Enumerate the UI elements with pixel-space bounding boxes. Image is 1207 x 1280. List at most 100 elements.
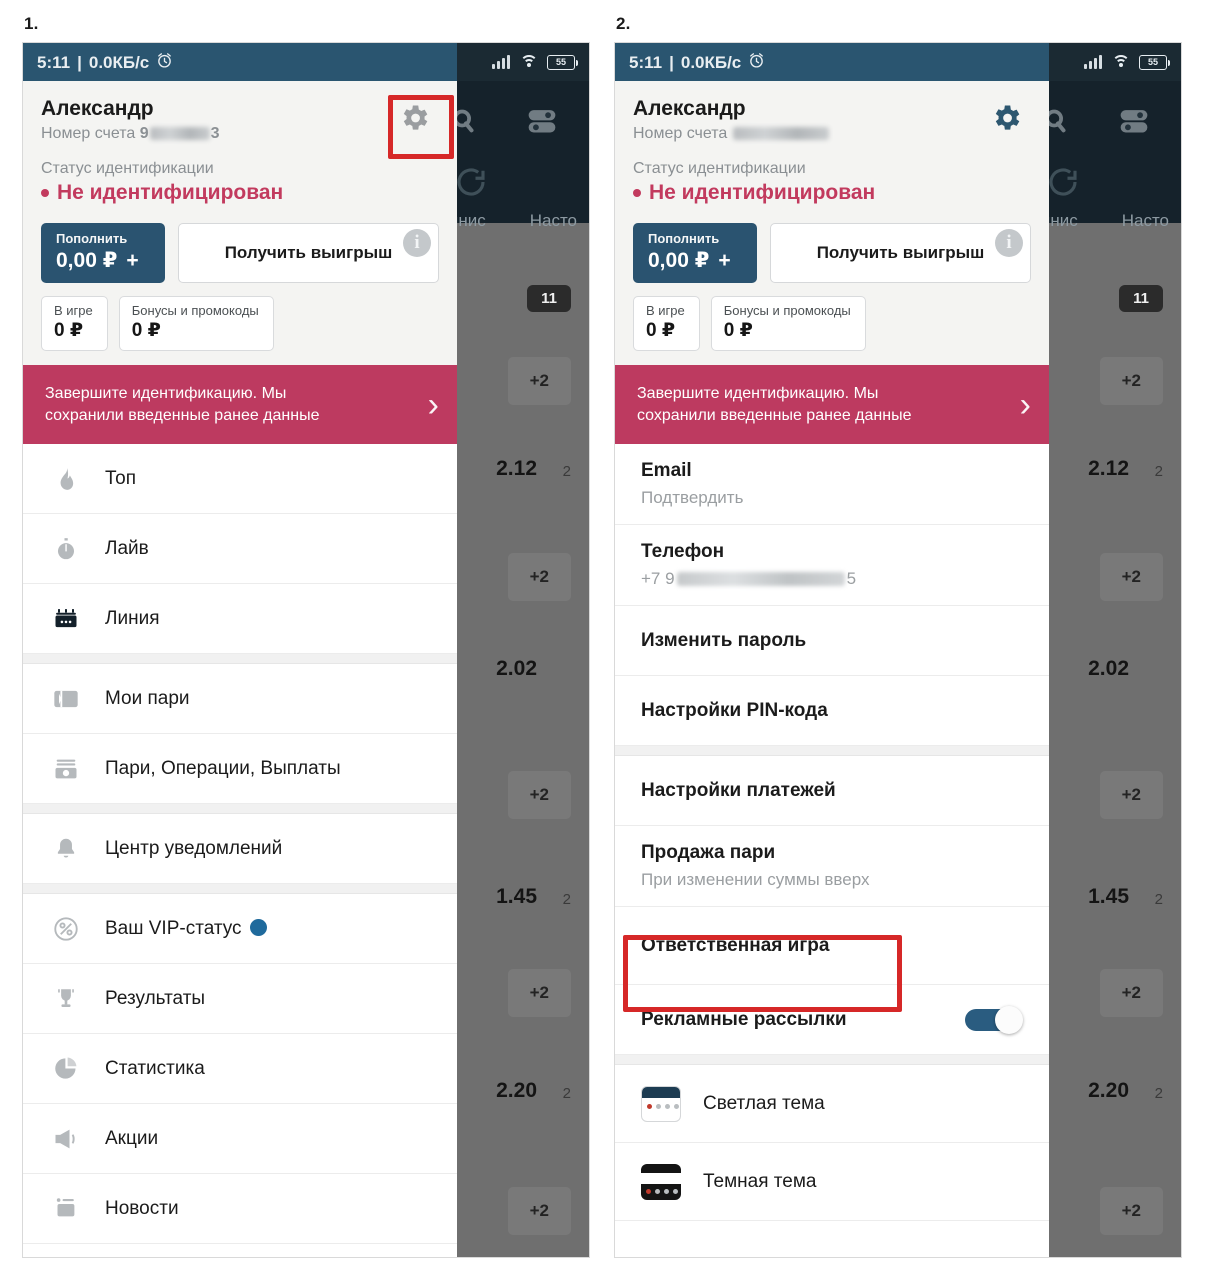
menu-item-vip-status[interactable]: Ваш VIP-статус <box>23 894 457 965</box>
menu-item-line[interactable]: Линия <box>23 584 457 655</box>
phone-prefix: +7 9 <box>641 569 675 589</box>
odd-value[interactable]: 2.12 <box>496 457 537 481</box>
count-chip: 11 <box>527 285 571 312</box>
status-time: 5:11 <box>37 53 71 72</box>
plus-chip[interactable]: +2 <box>507 553 571 601</box>
plus-chip[interactable]: +2 <box>1099 553 1163 601</box>
deposit-button[interactable]: Пополнить 0,00 ₽ + <box>41 223 165 283</box>
menu-item-promotions[interactable]: Акции <box>23 1104 457 1175</box>
odd-value[interactable]: 2.20 <box>496 1079 537 1103</box>
gear-button[interactable] <box>985 99 1027 141</box>
identification-banner[interactable]: Завершите идентификацию. Мы сохранили вв… <box>23 365 457 445</box>
menu-item-notifications[interactable]: Центр уведомлений <box>23 814 457 885</box>
menu-item-my-bets[interactable]: Мои пари <box>23 664 457 735</box>
odd-value[interactable]: 1.45 <box>1088 885 1129 909</box>
plus-icon: + <box>126 248 139 272</box>
plus-chip[interactable]: +2 <box>507 969 571 1017</box>
settings-row-dark-theme[interactable]: Темная тема <box>615 1143 1049 1222</box>
settings-row-marketing[interactable]: Рекламные рассылки <box>615 985 1049 1056</box>
settings-row-payment-settings[interactable]: Настройки платежей <box>615 756 1049 827</box>
settings-row-subtitle: При изменении суммы вверх <box>641 870 870 890</box>
gear-button[interactable] <box>393 99 435 141</box>
count-chip: 11 <box>1119 285 1163 312</box>
menu-item-top[interactable]: Топ <box>23 444 457 515</box>
alarm-clock-icon <box>156 52 173 74</box>
marketing-toggle[interactable] <box>965 1005 1023 1034</box>
menu-item-statistics[interactable]: Статистика <box>23 1034 457 1105</box>
refresh-circle-icon[interactable] <box>1045 164 1081 205</box>
background-tab-1[interactable]: Насто <box>1122 211 1169 231</box>
settings-row-email[interactable]: Email Подтвердить <box>615 444 1049 526</box>
deposit-amount-row: 0,00 ₽ + <box>648 248 742 273</box>
settings-row-bet-sale[interactable]: Продажа пари При изменении суммы вверх <box>615 826 1049 908</box>
plus-chip[interactable]: +2 <box>507 1187 571 1235</box>
menu-item-label: Статистика <box>105 1057 205 1079</box>
menu-item-label: Акции <box>105 1127 159 1149</box>
settings-divider <box>615 746 1049 757</box>
settings-row-light-theme[interactable]: Светлая тема <box>615 1065 1049 1144</box>
account-header: Александр Номер счета 9 3 Статус идентифи… <box>23 81 457 365</box>
menu-item-operations[interactable]: Пари, Операции, Выплаты <box>23 734 457 805</box>
odd-value[interactable]: 2.02 <box>496 657 537 681</box>
odd-value[interactable]: 2.02 <box>1088 657 1129 681</box>
trophy-icon <box>49 985 83 1013</box>
plus-chip[interactable]: +2 <box>507 357 571 405</box>
menu-item-label: Лайв <box>105 537 149 559</box>
banner-line-2: сохранили введенные ранее данные <box>45 406 320 424</box>
pie-chart-icon <box>49 1055 83 1082</box>
menu-item-label: Топ <box>105 467 136 489</box>
responsible-gaming-row[interactable]: Ответственная игра <box>615 907 1049 986</box>
info-icon[interactable]: i <box>403 229 431 257</box>
settings-row-pin-settings[interactable]: Настройки PIN-кода <box>615 676 1049 747</box>
in-game-balance[interactable]: В игре 0 ₽ <box>41 296 108 351</box>
screenshot-root: 1. 55 Теннис Насто 11 +2 2.12 2 +2 2.02 … <box>0 0 1207 1280</box>
in-game-value: 0 ₽ <box>54 320 84 341</box>
filter-toggle-icon[interactable] <box>525 106 559 141</box>
odd-value[interactable]: 1.45 <box>496 885 537 909</box>
get-winnings-button[interactable]: Получить выигрыш <box>770 223 1031 283</box>
account-name: Александр <box>633 97 746 120</box>
filter-toggle-icon[interactable] <box>1117 106 1151 141</box>
deposit-amount: 0,00 ₽ <box>648 249 710 272</box>
background-tab-1[interactable]: Насто <box>530 211 577 231</box>
bonus-value: 0 ₽ <box>131 320 161 341</box>
banner-line-1: Завершите идентификацию. Мы <box>45 385 287 402</box>
percent-circle-icon <box>49 915 83 943</box>
odd-value[interactable]: 2.20 <box>1088 1079 1129 1103</box>
in-game-value: 0 ₽ <box>646 320 676 341</box>
account-number: Номер счета 9 3 <box>41 125 439 143</box>
get-winnings-button[interactable]: Получить выигрыш <box>178 223 439 283</box>
menu-item-live[interactable]: Лайв <box>23 514 457 585</box>
info-icon[interactable]: i <box>995 229 1023 257</box>
gear-icon <box>397 101 431 140</box>
plus-chip[interactable]: +2 <box>1099 771 1163 819</box>
plus-chip[interactable]: +2 <box>1099 969 1163 1017</box>
wifi-icon <box>519 55 538 69</box>
status-dot-icon <box>41 189 49 197</box>
status-separator: | <box>77 53 82 72</box>
balance-buttons: Пополнить 0,00 ₽ + Получить выигрыш <box>41 223 439 283</box>
plus-icon: + <box>718 248 731 272</box>
identification-banner[interactable]: Завершите идентификацию. Мы сохранили вв… <box>615 365 1049 445</box>
mini-balances: В игре 0 ₽ Бонусы и промокоды 0 ₽ <box>41 296 439 351</box>
bonus-balance[interactable]: Бонусы и промокоды 0 ₽ <box>118 296 274 351</box>
settings-row-phone[interactable]: Телефон +7 9 5 <box>615 525 1049 607</box>
refresh-circle-icon[interactable] <box>453 164 489 205</box>
plus-chip[interactable]: +2 <box>1099 357 1163 405</box>
menu-item-label: Пари, Операции, Выплаты <box>105 757 341 779</box>
account-number-label: Номер счета <box>633 125 728 142</box>
odd-value[interactable]: 2.12 <box>1088 457 1129 481</box>
in-game-balance[interactable]: В игре 0 ₽ <box>633 296 700 351</box>
deposit-amount: 0,00 ₽ <box>56 249 118 272</box>
in-game-caption: В игре <box>646 303 685 318</box>
bonus-caption: Бонусы и промокоды <box>723 303 851 318</box>
battery-level: 55 <box>1147 56 1158 67</box>
menu-item-results[interactable]: Результаты <box>23 964 457 1035</box>
plus-chip[interactable]: +2 <box>1099 1187 1163 1235</box>
balance-buttons: Пополнить 0,00 ₽ + Получить выигрыш <box>633 223 1031 283</box>
deposit-button[interactable]: Пополнить 0,00 ₽ + <box>633 223 757 283</box>
bonus-balance[interactable]: Бонусы и промокоды 0 ₽ <box>710 296 866 351</box>
settings-row-change-password[interactable]: Изменить пароль <box>615 606 1049 677</box>
menu-item-news[interactable]: Новости <box>23 1174 457 1245</box>
plus-chip[interactable]: +2 <box>507 771 571 819</box>
